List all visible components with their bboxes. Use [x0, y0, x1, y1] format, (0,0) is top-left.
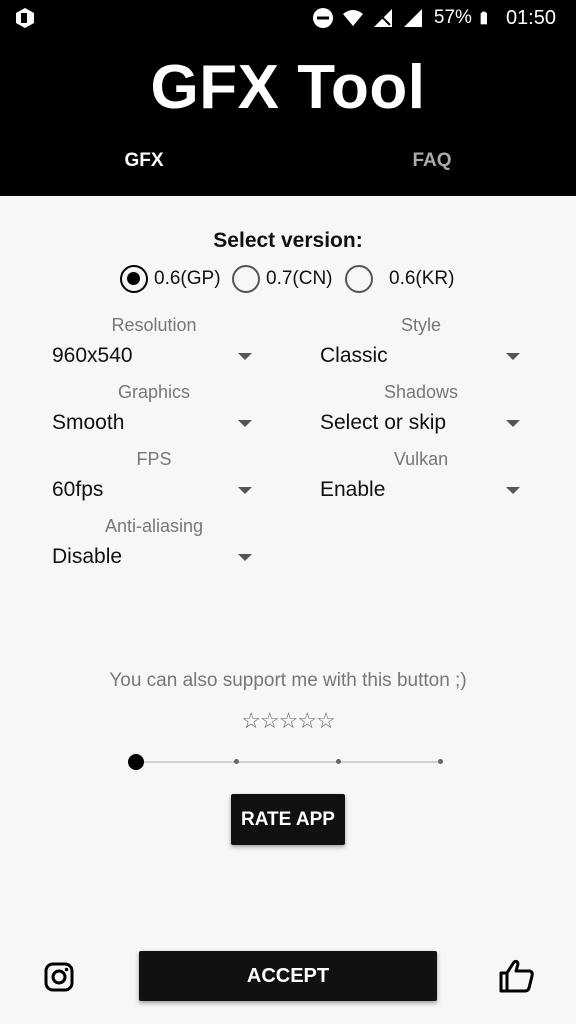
- antialiasing-value: Disable: [52, 545, 123, 568]
- dropdown-arrow-icon: [506, 352, 520, 360]
- radio-label: 0.6(GP): [154, 268, 221, 289]
- vulkan-label: Vulkan: [393, 449, 449, 469]
- style-value: Classic: [320, 344, 388, 367]
- tab-gfx[interactable]: GFX: [84, 150, 204, 172]
- slider-thumb[interactable]: [128, 754, 144, 770]
- support-text: You can also support me with this button…: [109, 670, 467, 691]
- tab-faq[interactable]: FAQ: [372, 150, 492, 172]
- dropdown-arrow-icon: [238, 352, 252, 360]
- dropdown-arrow-icon: [506, 419, 520, 427]
- rating-slider[interactable]: [128, 750, 448, 774]
- app-header: 57% 01:50 GFX Tool GFX FAQ: [0, 0, 576, 196]
- resolution-value: 960x540: [52, 344, 133, 367]
- rate-app-button[interactable]: RATE APP: [231, 794, 345, 845]
- radio-checked-icon: [120, 265, 148, 293]
- thumbs-up-icon[interactable]: [498, 958, 536, 994]
- signal-no-sim-icon: [373, 9, 392, 27]
- vulkan-value: Enable: [320, 478, 386, 501]
- radio-label: 0.7(CN): [266, 268, 333, 289]
- star-rating[interactable]: ☆☆☆☆☆: [0, 708, 576, 734]
- style-label: Style: [400, 315, 442, 335]
- clock: 01:50: [505, 6, 556, 29]
- dropdown-arrow-icon: [238, 419, 252, 427]
- battery-icon: [480, 11, 487, 25]
- accept-button[interactable]: ACCEPT: [139, 951, 437, 1001]
- dropdown-arrow-icon: [506, 486, 520, 494]
- select-version-title: Select version:: [213, 229, 363, 252]
- fps-value: 60fps: [52, 478, 104, 501]
- slider-tick: [336, 759, 341, 764]
- dropdown-arrow-icon: [238, 553, 252, 561]
- version-option-cn[interactable]: 0.7(CN): [232, 262, 333, 296]
- battery-percent: 57%: [433, 7, 472, 28]
- antialiasing-label: Anti-aliasing: [104, 516, 204, 536]
- resolution-dropdown[interactable]: 960x540: [52, 340, 252, 372]
- instagram-icon[interactable]: [43, 961, 75, 993]
- shadows-value: Select or skip: [320, 411, 447, 434]
- app-badge-icon: [16, 8, 34, 28]
- radio-unchecked-icon: [345, 265, 373, 293]
- version-radio-group: 0.6(GP) 0.7(CN) 0.6(KR): [0, 262, 576, 296]
- shadows-label: Shadows: [383, 382, 459, 402]
- wifi-icon: [342, 10, 363, 26]
- fps-dropdown[interactable]: 60fps: [52, 474, 252, 506]
- slider-tick: [438, 759, 443, 764]
- status-bar: 57% 01:50: [0, 0, 576, 36]
- resolution-label: Resolution: [111, 315, 197, 335]
- vulkan-dropdown[interactable]: Enable: [320, 474, 520, 506]
- dropdown-arrow-icon: [238, 486, 252, 494]
- slider-tick: [234, 759, 239, 764]
- radio-label: 0.6(KR): [389, 268, 455, 289]
- version-option-gp[interactable]: 0.6(GP): [120, 262, 221, 296]
- style-dropdown[interactable]: Classic: [320, 340, 520, 372]
- version-option-kr[interactable]: 0.6(KR): [345, 262, 454, 296]
- fps-label: FPS: [136, 449, 172, 469]
- graphics-label: Graphics: [117, 382, 191, 402]
- shadows-dropdown[interactable]: Select or skip: [320, 407, 520, 439]
- antialiasing-dropdown[interactable]: Disable: [52, 541, 252, 573]
- graphics-dropdown[interactable]: Smooth: [52, 407, 252, 439]
- status-icons: 57% 01:50: [312, 4, 556, 32]
- do-not-disturb-icon: [312, 8, 333, 28]
- signal-icon: [403, 9, 422, 27]
- radio-unchecked-icon: [232, 265, 260, 293]
- slider-track: [136, 761, 440, 763]
- graphics-value: Smooth: [52, 411, 125, 434]
- app-title: GFX Tool: [150, 53, 426, 122]
